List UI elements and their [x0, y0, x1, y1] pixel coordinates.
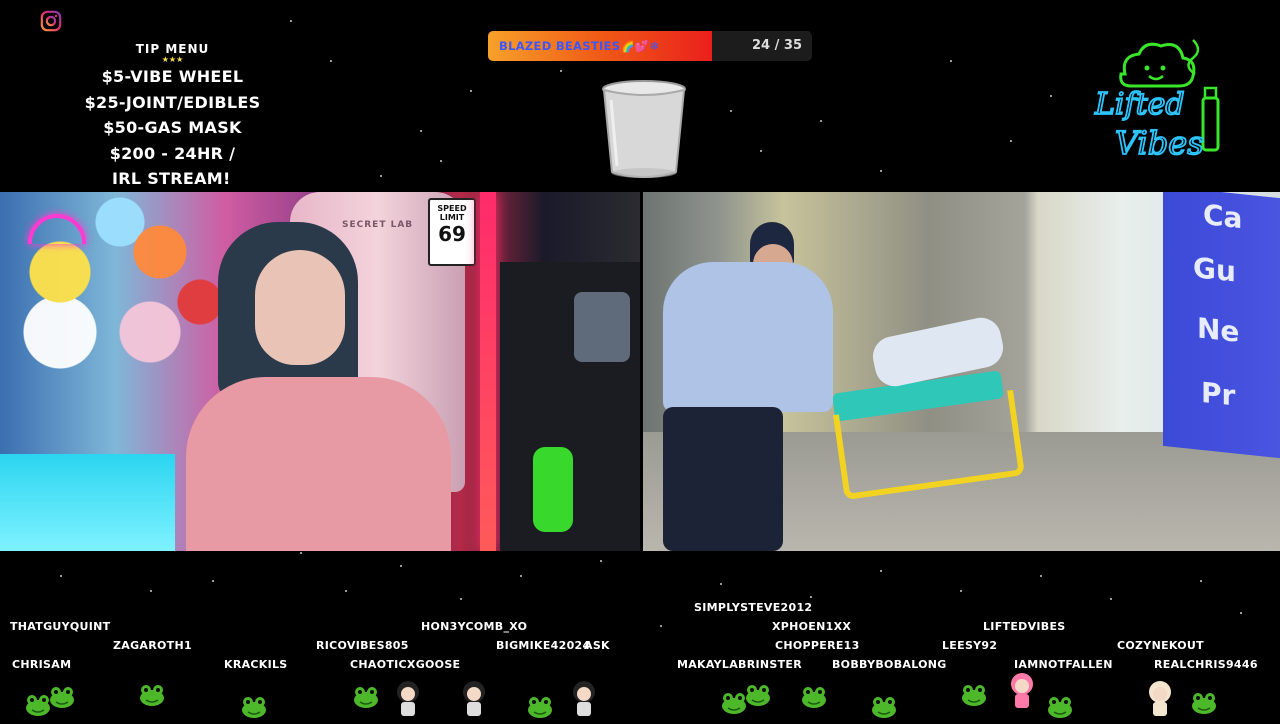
chatter-name[interactable]: LIFTEDVIBES	[983, 620, 1066, 633]
tip-menu-item: $50-GAS MASK	[103, 118, 242, 137]
sign-word: Pr	[1201, 375, 1236, 413]
logo-text-vibes: Vibes	[1115, 124, 1204, 162]
star	[1040, 575, 1042, 577]
paramedic-pants	[663, 407, 783, 551]
chibi-avatar	[1006, 672, 1038, 714]
star	[960, 590, 962, 592]
chatter-name[interactable]: BIGMIKE42024	[496, 639, 590, 652]
star	[600, 560, 602, 562]
star	[330, 60, 332, 62]
chatter-name[interactable]: IAMNOTFALLEN	[1014, 658, 1113, 671]
green-bottle	[533, 447, 573, 532]
star	[810, 596, 812, 598]
chatter-name[interactable]: RICOVIBES805	[316, 639, 409, 652]
tip-menu-stars: ★★★	[161, 55, 184, 64]
empty-cup-icon	[602, 80, 686, 178]
tip-menu-title: TIP MENU	[135, 42, 210, 56]
star	[1050, 95, 1052, 97]
goal-progress-bar: BLAZED BEASTIES🌈💕❄ 24 / 35	[488, 31, 812, 61]
sign-line: SPEED	[437, 204, 467, 213]
star	[1240, 612, 1242, 614]
tip-menu-item: $25-JOINT/EDIBLES	[84, 92, 261, 112]
star	[212, 580, 214, 582]
glass-jar	[574, 292, 630, 362]
frog-avatar	[1190, 690, 1218, 720]
logo-text-lifted: Lifted	[1094, 87, 1185, 122]
streamer-webcam: SECRET LAB SPEED LIMIT 69	[0, 192, 640, 551]
chatter-name[interactable]: REALCHRIS9446	[1154, 658, 1258, 671]
star	[300, 552, 302, 554]
frog-avatar	[138, 682, 166, 712]
chatter-name[interactable]: CHAOTICXGOOSE	[350, 658, 460, 671]
star	[880, 170, 882, 172]
star	[560, 70, 562, 72]
star	[460, 598, 462, 600]
frog-avatar	[800, 684, 828, 714]
star	[150, 590, 152, 592]
tip-menu: TIP MENU ★★★ $5-VIBE WHEEL $25-JOINT/EDI…	[60, 42, 285, 192]
chatter-name[interactable]: MAKAYLABRINSTER	[677, 658, 802, 671]
star	[880, 570, 882, 572]
sign-value: 69	[438, 222, 466, 246]
sign-line: LIMIT	[439, 213, 465, 222]
star	[380, 175, 382, 177]
chatter-name[interactable]: COZYNEKOUT	[1117, 639, 1204, 652]
chibi-avatar	[1144, 680, 1176, 722]
chair-brand: SECRET LAB	[342, 220, 414, 230]
chatter-name[interactable]: THATGUYQUINT	[10, 620, 110, 633]
star	[1010, 140, 1012, 142]
star	[60, 575, 62, 577]
basket	[0, 454, 175, 551]
chatter-name[interactable]: SIMPLYSTEVE2012	[694, 601, 812, 614]
irl-video-feed: Ca Gu Ne Pr	[643, 192, 1280, 551]
chatter-name[interactable]: LEESY92	[942, 639, 997, 652]
star	[760, 150, 762, 152]
neon-strip	[480, 192, 496, 551]
chatter-name[interactable]: XPHOEN1XX	[772, 620, 851, 633]
star	[400, 565, 402, 567]
star	[660, 625, 662, 627]
chibi-avatar	[392, 680, 424, 722]
sign-word: Ne	[1197, 311, 1240, 349]
chatter-name[interactable]: CHOPPERE13	[775, 639, 860, 652]
goal-label: BLAZED BEASTIES🌈💕❄	[499, 39, 660, 53]
person-sweater	[186, 377, 451, 551]
tip-menu-item: $5-VIBE WHEEL	[101, 67, 244, 86]
chatter-name[interactable]: ASK	[584, 639, 610, 652]
paramedic-shirt	[663, 262, 833, 412]
star	[520, 575, 522, 577]
tip-menu-item: $200 - 24HR /	[109, 143, 236, 163]
lifted-vibes-logo: Lifted Vibes	[1093, 39, 1220, 163]
person-face	[255, 250, 345, 365]
tip-menu-item: IRL STREAM!	[112, 169, 231, 188]
sign-word: Ca	[1203, 198, 1243, 236]
star	[950, 60, 952, 62]
instagram-icon[interactable]	[40, 10, 62, 32]
chibi-avatar	[458, 680, 490, 722]
chatter-name[interactable]: BOBBYBOBALONG	[832, 658, 947, 671]
chatter-name[interactable]: ZAGAROTH1	[113, 639, 192, 652]
star	[440, 160, 442, 162]
star	[290, 20, 292, 22]
chatter-name[interactable]: CHRISAM	[12, 658, 71, 671]
speed-limit-sign: SPEED LIMIT 69	[428, 198, 476, 266]
star	[730, 110, 732, 112]
star	[720, 583, 722, 585]
frog-avatar	[960, 682, 988, 712]
chatter-name[interactable]: HON3YCOMB_XO	[421, 620, 527, 633]
chibi-avatar	[568, 680, 600, 722]
sign-word: Gu	[1193, 251, 1236, 289]
star	[420, 130, 422, 132]
frog-avatar	[48, 684, 76, 714]
star	[820, 120, 822, 122]
star	[470, 90, 472, 92]
frog-avatar	[352, 684, 380, 714]
star	[1200, 580, 1202, 582]
wall-sign: Ca Gu Ne Pr	[1163, 192, 1280, 459]
chatter-name[interactable]: KRACKILS	[224, 658, 288, 671]
star	[1110, 598, 1112, 600]
star	[345, 590, 347, 592]
goal-count: 24 / 35	[752, 38, 802, 53]
frog-avatar	[744, 682, 772, 712]
